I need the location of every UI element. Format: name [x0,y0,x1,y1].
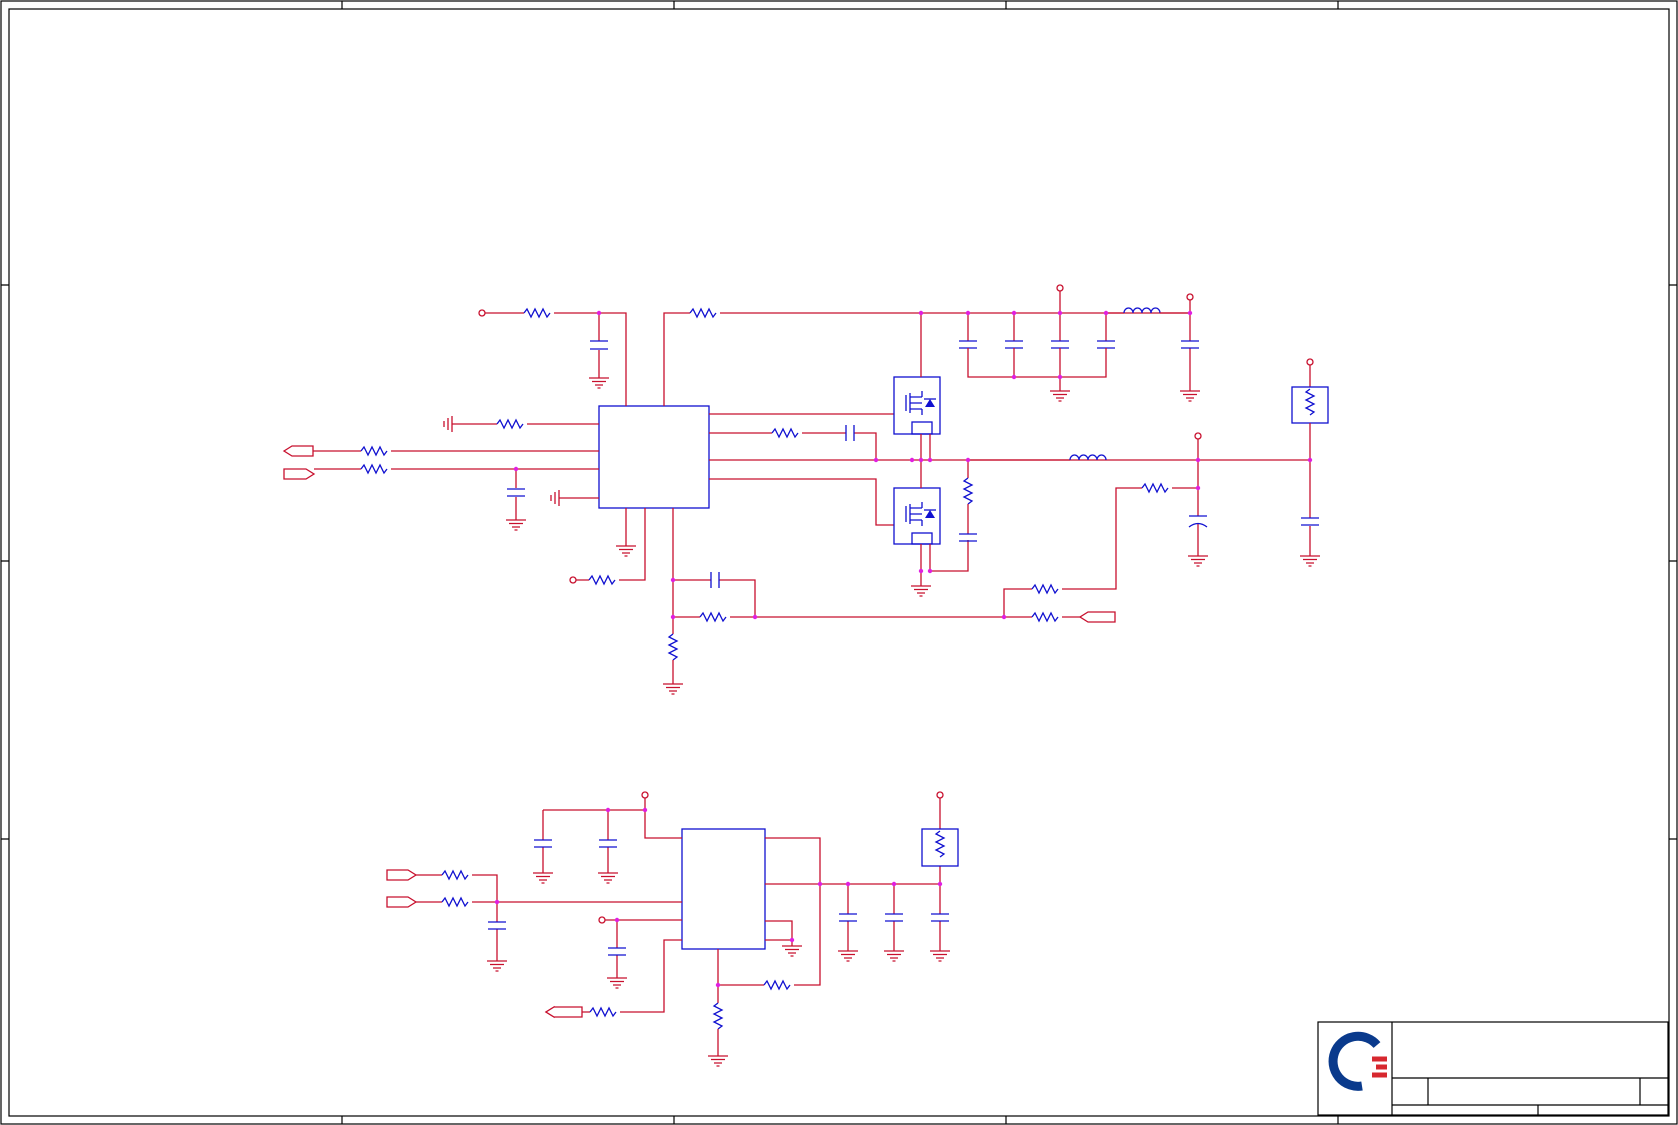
power-pin [598,916,606,924]
junctions [513,310,1313,620]
inductor [1123,307,1161,314]
capacitor [1181,340,1199,349]
power-pin [1186,293,1194,301]
capacitor [1301,517,1319,526]
zone-ticks [1,1,1677,1124]
drawing-frame [0,0,1678,1125]
capacitor [931,913,949,922]
resistor [441,896,469,908]
offsheet-port [544,1006,583,1018]
resistor [1141,482,1169,494]
resistor [712,1002,724,1030]
resistor [771,427,799,439]
title-block [1317,1021,1669,1116]
resistor [689,307,717,319]
power-pin [1306,358,1314,366]
capacitor [608,947,626,956]
capacitor [534,839,552,848]
capacitor [1005,340,1023,349]
inductor [1069,454,1107,461]
high-side-mosfet [893,376,941,435]
upper-circuit [282,284,1329,695]
resistor [441,869,469,881]
resistor [360,445,388,457]
capacitor [1051,340,1069,349]
offsheet-port [282,445,314,457]
capacitor [590,340,608,350]
offsheet-port [386,869,418,881]
schematic-sheet [0,0,1678,1125]
power-pin [936,791,944,799]
resistor [523,307,551,319]
resistor [667,633,679,661]
power-pin [1056,284,1064,292]
capacitor [507,488,525,497]
resistor [699,611,727,623]
power-pin [478,309,486,317]
resistor [360,463,388,475]
capacitor [488,921,506,930]
capacitor [959,533,977,542]
power-pin [641,791,649,799]
capacitor [839,913,857,922]
offsheet-port [283,468,316,480]
resistor [1031,611,1059,623]
capacitor [1097,340,1115,349]
resistor [763,979,791,991]
resistor [962,477,974,505]
regulator-ic [681,828,766,950]
capacitor [845,425,855,441]
resistor [588,574,616,586]
lower-circuit [386,791,959,1067]
resistor [496,418,524,430]
capacitor [885,913,903,922]
capacitor [599,839,617,848]
controller-ic [598,405,710,509]
power-pin [1194,432,1202,440]
resistor [1031,583,1059,595]
load-resistor-box [1291,386,1329,424]
offsheet-port [386,896,418,908]
capacitor [959,340,977,349]
resistor [589,1006,617,1018]
power-pin [569,576,577,584]
offsheet-port [1078,611,1116,623]
low-side-mosfet [893,487,941,545]
company-logo [1328,1031,1387,1091]
capacitor [710,572,720,588]
